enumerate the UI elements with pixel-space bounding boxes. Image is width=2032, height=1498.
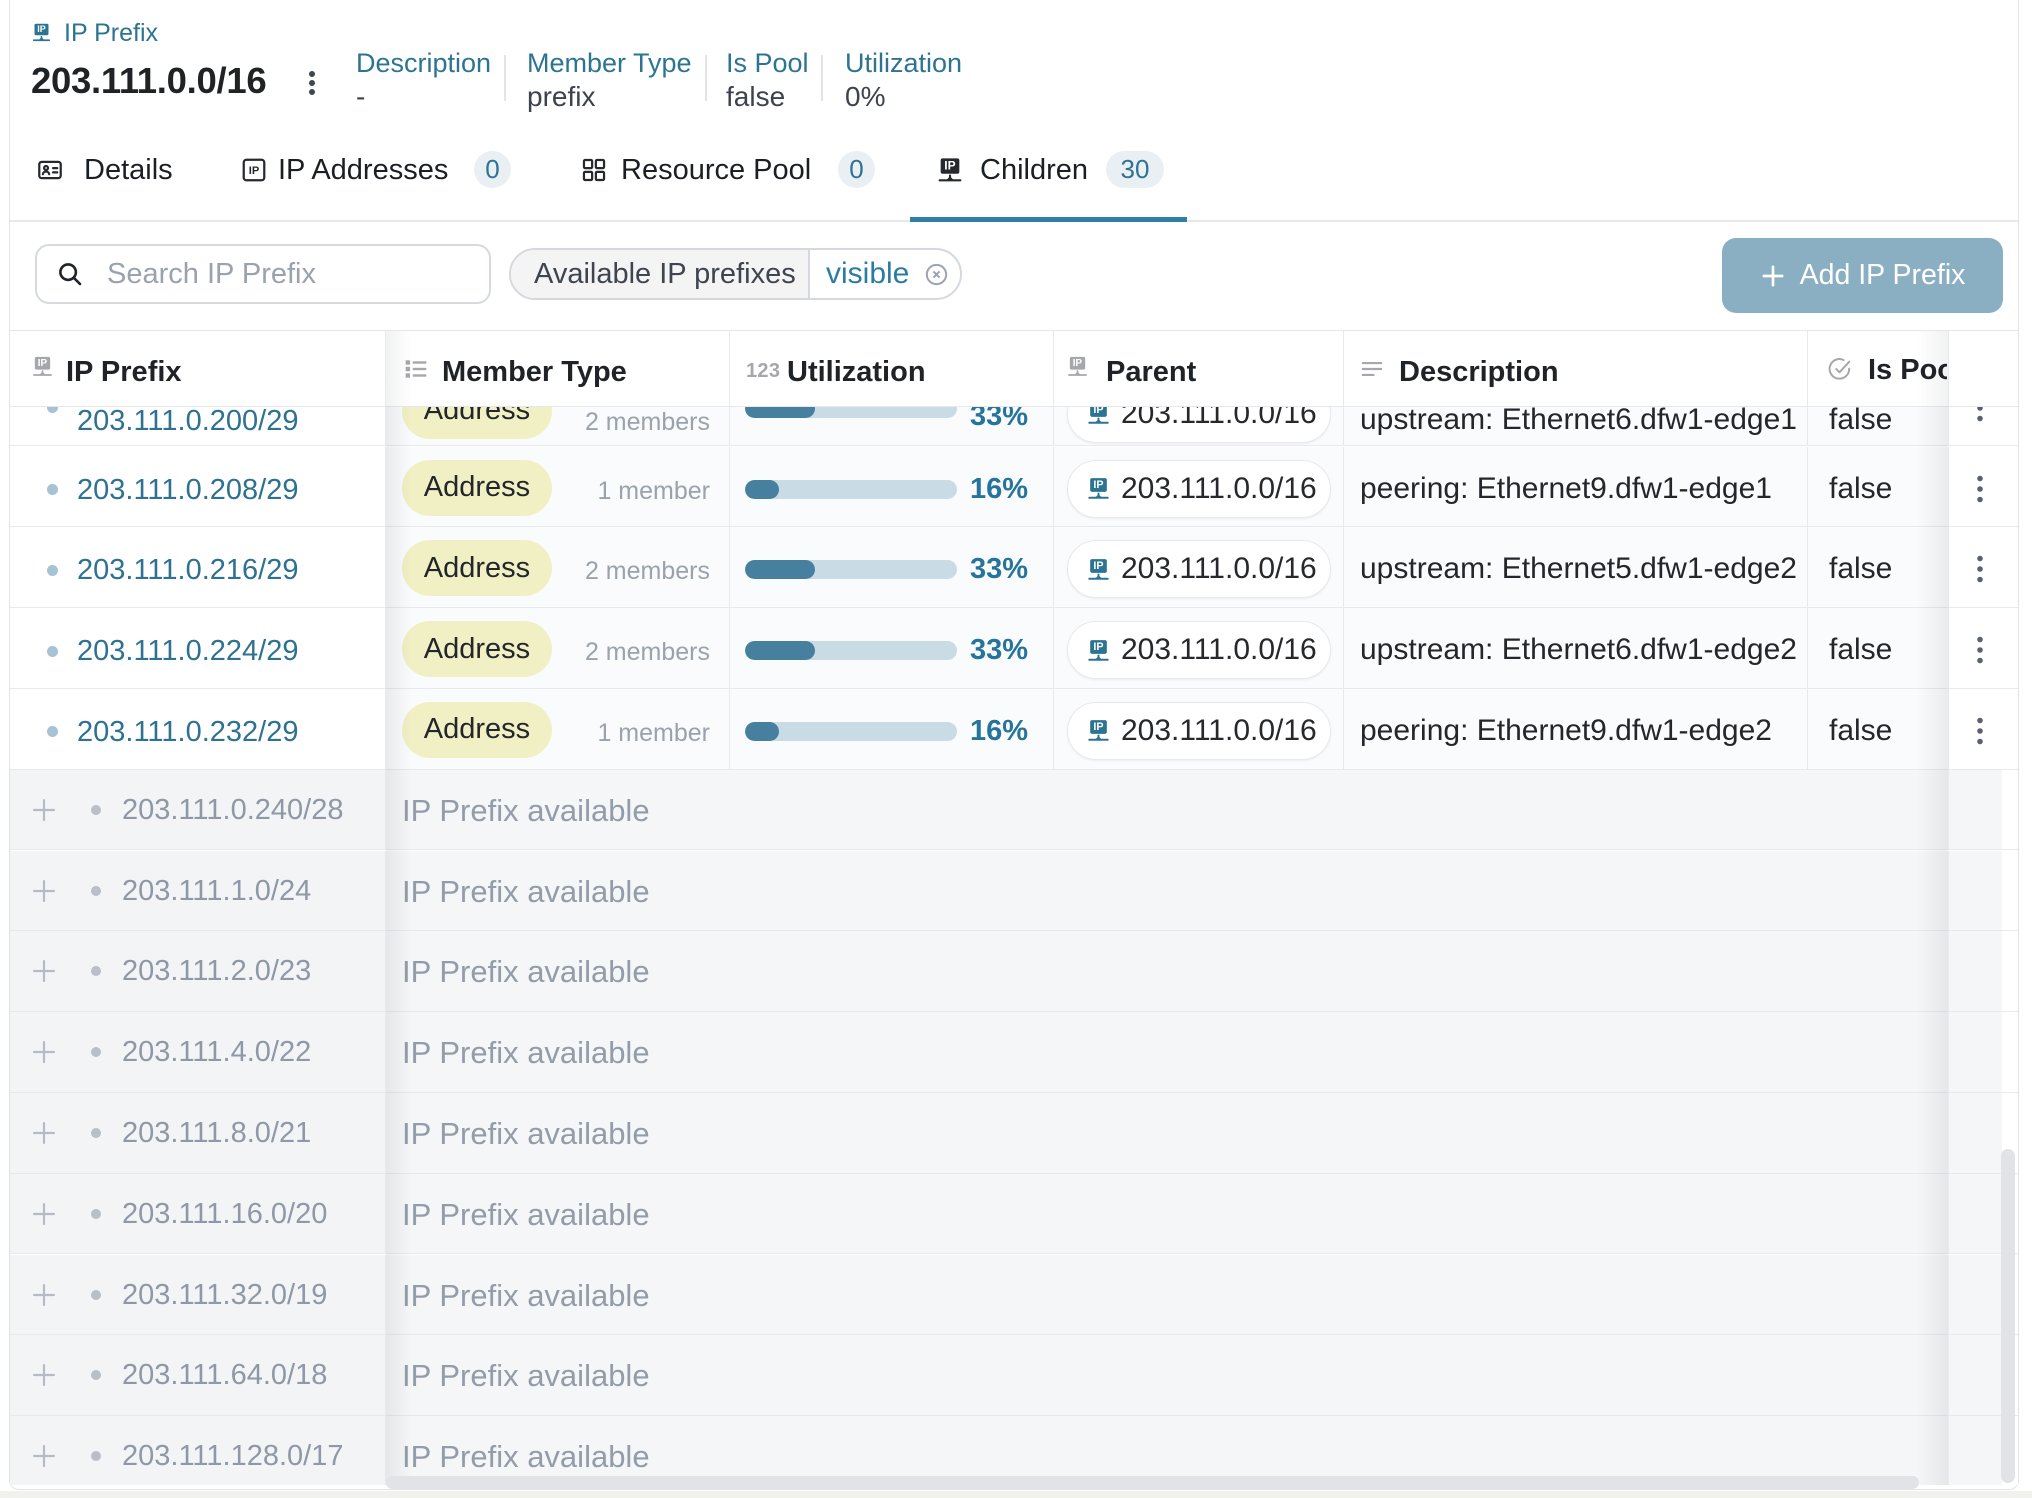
svg-text:IP: IP <box>37 24 46 34</box>
svg-text:IP: IP <box>1093 721 1103 733</box>
svg-text:IP: IP <box>1093 640 1103 652</box>
svg-text:IP: IP <box>1073 358 1083 369</box>
svg-text:IP: IP <box>249 165 260 177</box>
svg-text:IP: IP <box>1093 479 1103 491</box>
svg-text:IP: IP <box>944 158 955 172</box>
svg-text:IP: IP <box>38 358 48 369</box>
svg-text:IP: IP <box>1093 560 1103 572</box>
